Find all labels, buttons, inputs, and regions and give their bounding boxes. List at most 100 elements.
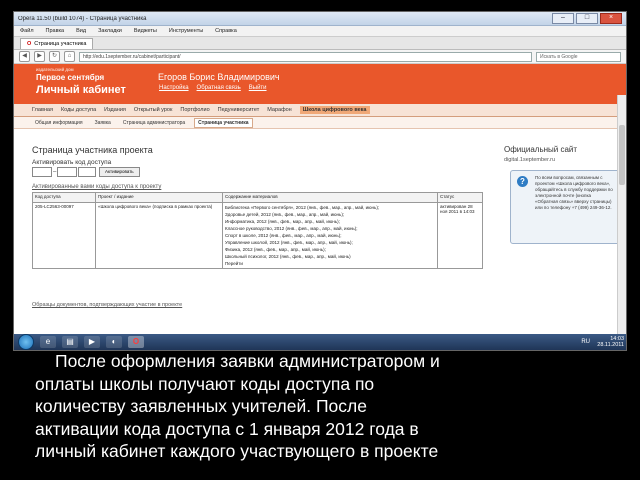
home-icon[interactable]: ⌂ xyxy=(64,51,75,62)
nav-item-peduniversity[interactable]: Педуниверситет xyxy=(218,107,260,113)
nav-item-portfolio[interactable]: Портфолио xyxy=(180,107,209,113)
nav-item-editions[interactable]: Издания xyxy=(104,107,126,113)
project-cell: «Школа цифрового века» (подписка в рамка… xyxy=(95,202,223,269)
code-field-2[interactable] xyxy=(57,167,77,177)
column-header: Статус xyxy=(437,192,483,203)
code-field-1[interactable] xyxy=(32,167,52,177)
nav-item-home[interactable]: Главная xyxy=(32,107,53,113)
column-header: Код доступа xyxy=(32,192,96,203)
slide-caption: После оформления заявки администратором … xyxy=(35,350,635,463)
maximize-button[interactable]: □ xyxy=(576,13,598,24)
code-field-3[interactable] xyxy=(78,167,96,177)
material-item: Управление школой, 2012 (янв., фев., мар… xyxy=(225,240,353,245)
back-icon[interactable]: ◀ xyxy=(19,51,30,62)
documents-link[interactable]: Образцы документов, подтверждающих участ… xyxy=(32,302,182,308)
clock-date: 28.11.2011 xyxy=(597,342,624,348)
opera-taskbar-icon[interactable]: O xyxy=(128,336,144,348)
nav-item-open-lesson[interactable]: Открытый урок xyxy=(134,107,173,113)
address-input[interactable]: http://edu.1september.ru/cabinet/partici… xyxy=(79,51,532,62)
system-clock[interactable]: 14:03 28.11.2011 xyxy=(597,336,624,348)
materials-cell: Библиотека «Первого сентября», 2012 (янв… xyxy=(222,202,438,269)
minimize-button[interactable]: – xyxy=(552,13,574,24)
caption-line: личный кабинет каждого участвующего в пр… xyxy=(35,441,439,461)
menu-item-bookmarks[interactable]: Закладки xyxy=(98,28,122,34)
window-titlebar: Opera 11.50 (build 1074) - Страница учас… xyxy=(14,12,626,26)
table-row: 205-LC2563-00097 «Школа цифрового века» … xyxy=(32,202,483,269)
column-header: Проект / издание xyxy=(95,192,223,203)
column-header: Содержание материалов xyxy=(222,192,438,203)
go-link[interactable]: Перейти xyxy=(225,260,435,267)
menu-bar: Файл Правка Вид Закладки Виджеты Инструм… xyxy=(14,26,626,37)
menu-item-tools[interactable]: Инструменты xyxy=(169,28,203,34)
subnav-admin-page[interactable]: Страница администратора xyxy=(120,119,188,127)
material-item: Здоровье детей, 2012 (янв., фев., мар., … xyxy=(225,212,345,217)
media-player-icon[interactable]: ▶ xyxy=(84,336,100,348)
caption-line: После оформления заявки администратором … xyxy=(55,351,440,371)
menu-item-view[interactable]: Вид xyxy=(76,28,86,34)
feedback-link[interactable]: Обратная связь xyxy=(197,85,241,91)
search-input[interactable]: Искать в Google xyxy=(536,51,621,62)
subnav-application[interactable]: Заявка xyxy=(92,119,114,127)
caption-line: количеству заявленных учителей. После xyxy=(35,396,367,416)
vertical-scrollbar[interactable] xyxy=(617,95,626,335)
settings-link[interactable]: Настройка xyxy=(159,85,189,91)
menu-item-help[interactable]: Справка xyxy=(215,28,237,34)
logo-brand[interactable]: Первое сентября xyxy=(36,73,104,82)
material-item: Библиотека «Первого сентября», 2012 (янв… xyxy=(225,205,380,210)
tab-bar: O Страница участника xyxy=(14,37,626,50)
windows-taskbar: e ▤ ▶ ◐ O RU 14:03 28.11.2011 xyxy=(14,334,626,350)
official-site-title: Официальный сайт xyxy=(504,145,578,154)
nav-item-digital-school[interactable]: Школа цифрового века xyxy=(299,106,370,114)
page-title: Страница участника проекта xyxy=(32,145,153,155)
scrollbar-thumb[interactable] xyxy=(619,125,625,185)
site-header: издательский дом Первое сентября Личный … xyxy=(14,64,626,104)
nav-item-access-codes[interactable]: Коды доступа xyxy=(61,107,96,113)
menu-item-widgets[interactable]: Виджеты xyxy=(134,28,157,34)
used-codes-heading: Активированные вами коды доступа к проек… xyxy=(32,184,162,190)
address-bar: ◀ ▶ ↻ ⌂ http://edu.1september.ru/cabinet… xyxy=(14,50,626,64)
material-item: Классное руководство, 2012 (янв., фев., … xyxy=(225,226,358,231)
browser-tab[interactable]: O Страница участника xyxy=(20,38,94,49)
material-item: Школьный психолог, 2012 (янв., фев., мар… xyxy=(225,254,351,259)
forward-icon[interactable]: ▶ xyxy=(34,51,45,62)
sub-nav: Общая информация Заявка Страница админис… xyxy=(14,117,626,129)
access-codes-table: Код доступа Проект / издание Содержание … xyxy=(32,192,483,269)
language-indicator[interactable]: RU xyxy=(581,339,590,345)
table-header-row: Код доступа Проект / издание Содержание … xyxy=(32,192,483,203)
main-nav: Главная Коды доступа Издания Открытый ур… xyxy=(14,104,626,117)
material-item: Информатика, 2012 (янв., фев., мар., апр… xyxy=(225,219,340,224)
logout-link[interactable]: Выйти xyxy=(249,85,267,91)
folder-icon[interactable]: ▤ xyxy=(62,336,78,348)
menu-item-edit[interactable]: Правка xyxy=(46,28,65,34)
page-content: Страница участника проекта Активировать … xyxy=(14,140,626,335)
ie-icon[interactable]: e xyxy=(40,336,56,348)
start-button[interactable] xyxy=(18,334,34,350)
activate-label: Активировать код доступа xyxy=(32,159,112,166)
logo-cabinet-title: Личный кабинет xyxy=(36,84,126,96)
opera-icon: O xyxy=(27,41,32,47)
support-info-box: ? По всем вопросам, связанным с проектом… xyxy=(510,170,620,244)
activate-button[interactable]: Активировать xyxy=(99,167,140,177)
subnav-general-info[interactable]: Общая информация xyxy=(32,119,86,127)
subnav-participant-page[interactable]: Страница участника xyxy=(194,117,253,128)
close-button[interactable]: × xyxy=(600,13,622,24)
logo-small-text: издательский дом xyxy=(36,67,74,72)
user-links: Настройка Обратная связь Выйти xyxy=(159,85,267,91)
caption-line: активации кода доступа с 1 января 2012 г… xyxy=(35,418,419,439)
status-cell: активирован 28 ноя 2011 в 14:03 xyxy=(437,202,483,269)
caption-line: оплаты школы получают коды доступа по xyxy=(35,373,375,394)
material-item: Физика, 2012 (янв., фев., мар., апр., ма… xyxy=(225,247,326,252)
window-title: Opera 11.50 (build 1074) - Страница учас… xyxy=(18,15,147,22)
question-icon: ? xyxy=(517,176,528,187)
material-item: Спорт в школе, 2012 (янв., фев., мар., а… xyxy=(225,233,342,238)
user-name: Егоров Борис Владимирович xyxy=(158,72,280,82)
menu-item-file[interactable]: Файл xyxy=(20,28,34,34)
code-separator: – xyxy=(53,169,57,175)
access-code-cell: 205-LC2563-00097 xyxy=(32,202,96,269)
official-site-link[interactable]: digital.1september.ru xyxy=(504,157,555,163)
nav-item-marathon[interactable]: Марафон xyxy=(267,107,291,113)
app-icon[interactable]: ◐ xyxy=(106,336,122,348)
browser-tab-label: Страница участника xyxy=(34,41,87,47)
browser-screenshot: Opera 11.50 (build 1074) - Страница учас… xyxy=(14,12,626,350)
reload-icon[interactable]: ↻ xyxy=(49,51,60,62)
